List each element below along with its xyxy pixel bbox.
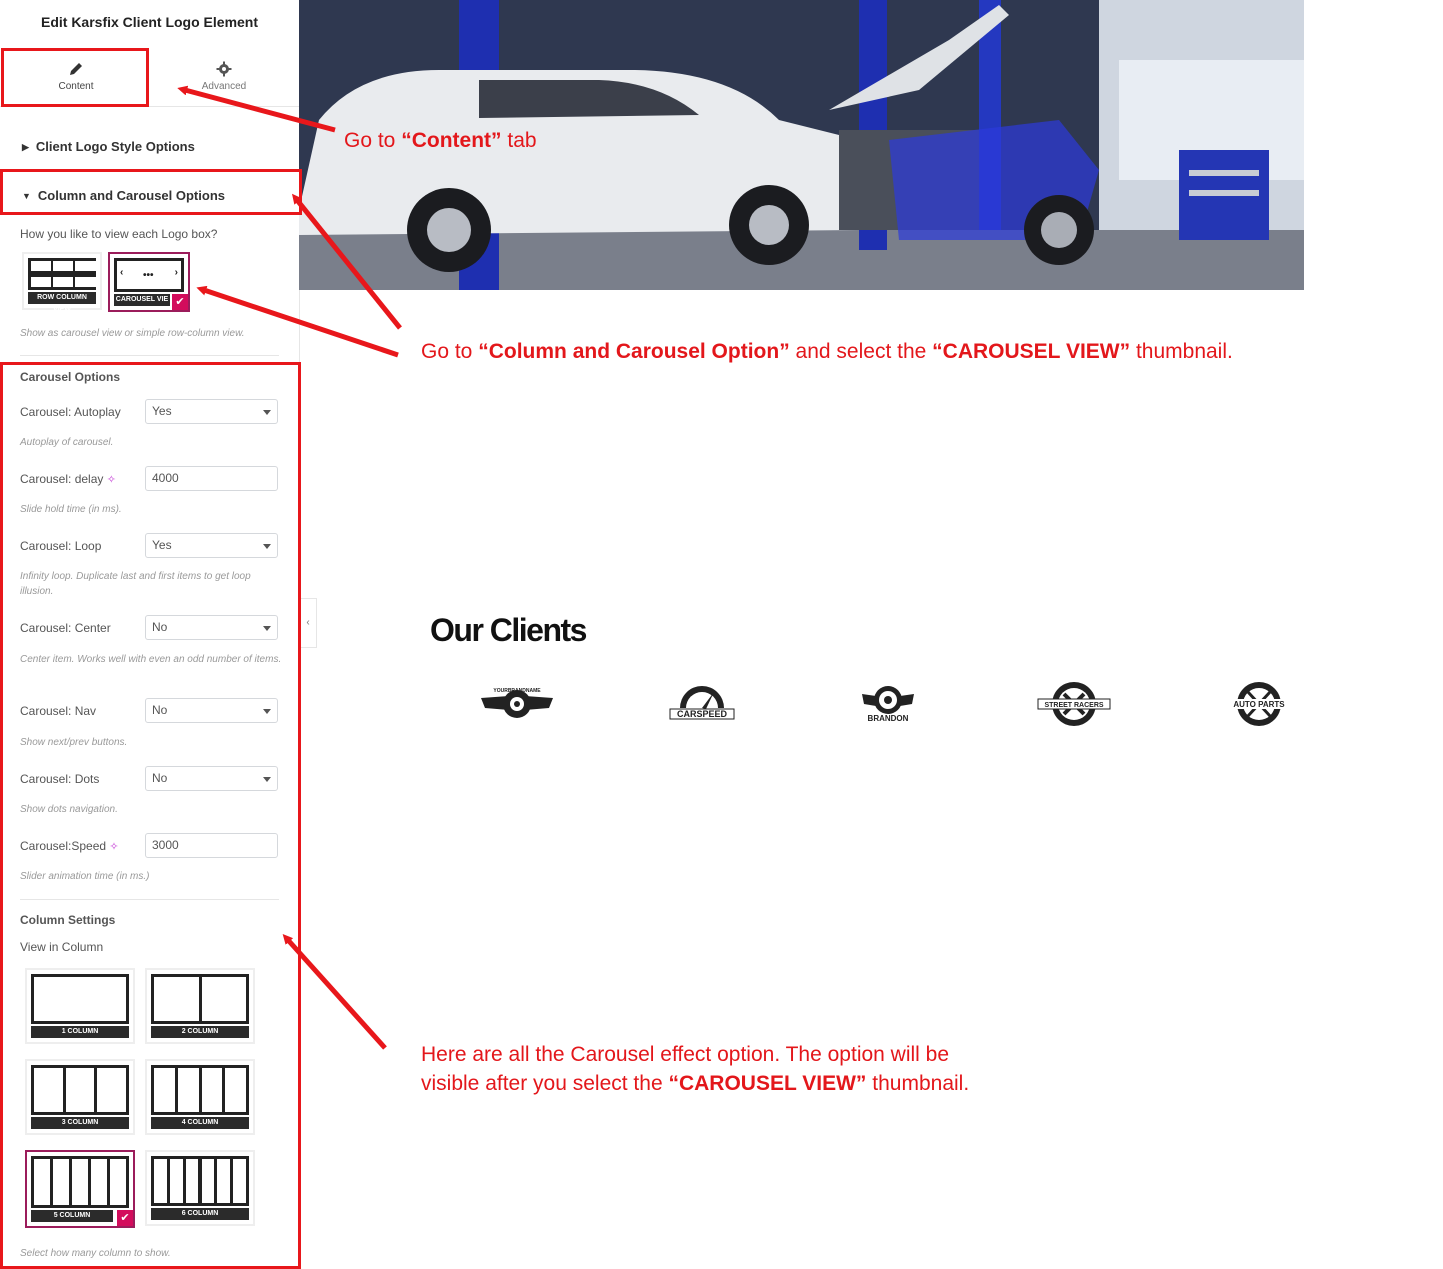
annotation-carousel-view: Go to “Column and Carousel Option” and s… [421,340,1233,363]
annotation-carousel-options: Here are all the Carousel effect option.… [421,1043,970,1095]
annotation-content-tab: Go to “Content” tab [344,129,537,152]
